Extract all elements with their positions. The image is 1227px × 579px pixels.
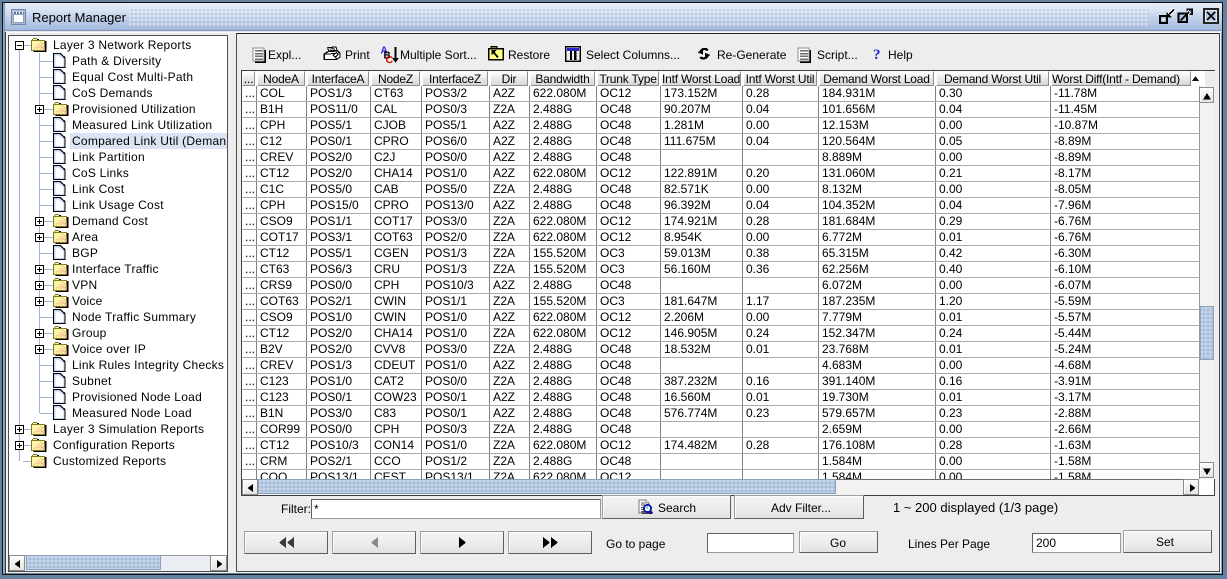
svg-text:C: C [386, 54, 394, 64]
svg-text:?: ? [873, 47, 881, 63]
